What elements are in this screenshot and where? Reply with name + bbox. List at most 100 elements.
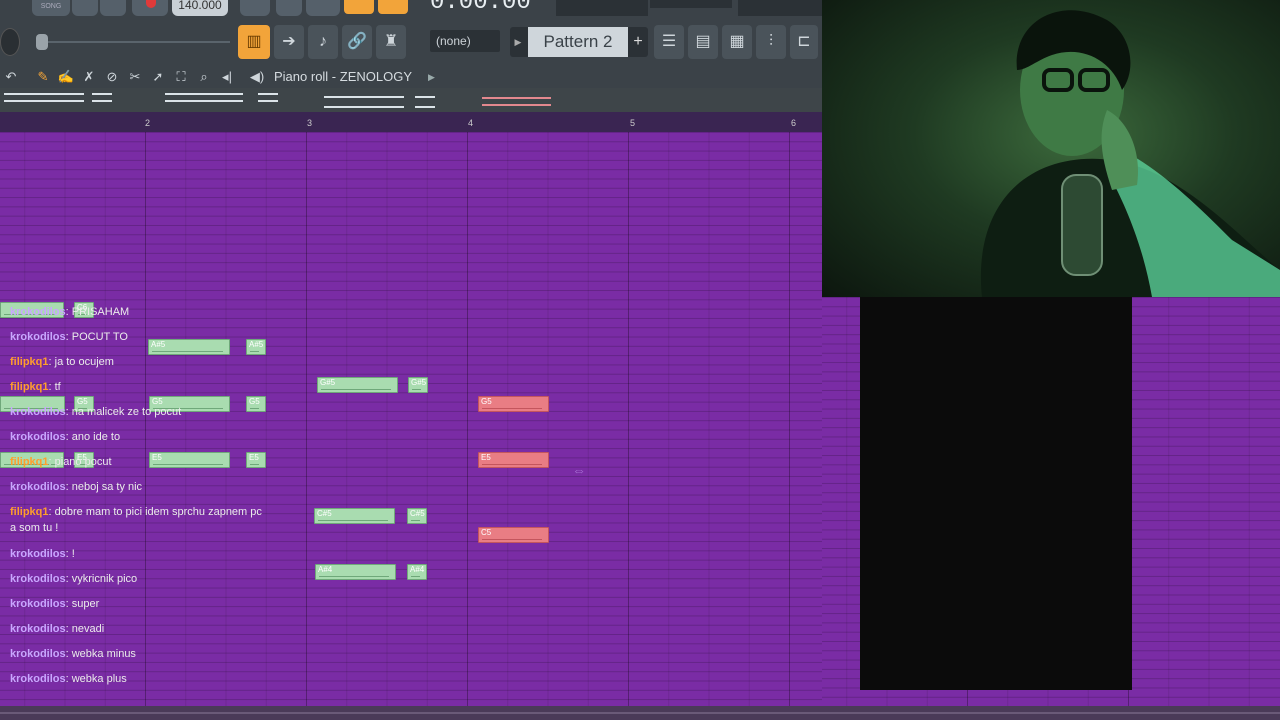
chat-message: krokodilos: super [10,596,268,612]
chat-panel [860,297,1132,690]
note-selected[interactable]: E5 [478,452,549,468]
chat-username[interactable]: krokodilos [10,431,66,443]
chat-username[interactable]: krokodilos [10,548,66,560]
slice-icon[interactable]: ✂ [126,67,144,87]
record-button[interactable] [132,0,168,16]
cpu-monitor [556,0,648,16]
chat-text: : na malicek ze to pocut [65,406,182,418]
note-selected[interactable]: G5 [478,396,549,412]
bar-number: 3 [307,118,313,128]
pattern-add-button[interactable]: + [628,27,648,57]
note[interactable]: C#5 [314,508,395,524]
timeline-ruler[interactable] [0,112,822,132]
output-monitor [738,0,822,16]
note[interactable]: G#5 [408,377,428,393]
strip-mark [165,100,243,102]
playlist-icon[interactable]: ☰ [654,25,684,59]
chat-text: : ano ide to [65,431,121,443]
memory-monitor [650,0,732,8]
strip-mark [4,93,84,95]
scrollbar-track [0,712,1280,714]
arrow-right-icon[interactable]: ➔ [274,25,304,59]
zoom-icon[interactable]: ⌕ [195,67,213,87]
chat-text: : piano pocut [48,456,112,468]
select-icon[interactable]: ➚ [149,67,167,87]
metronome-button[interactable] [240,0,270,16]
chat-text: : vykricnik pico [65,573,138,585]
song-mode-button[interactable]: SONG [32,0,70,16]
chat-text: : dobre mam to pici idem sprchu zapnem p… [10,506,262,534]
chat-message: krokodilos: ano ide to [10,429,268,445]
mixer-icon[interactable]: ⫶ [756,25,786,59]
chat-username[interactable]: filipkq1 [10,456,49,468]
chat-username[interactable]: filipkq1 [10,356,49,368]
paint-icon[interactable]: ✍ [57,67,75,87]
snap-select[interactable]: (none) [430,30,500,52]
chat-username[interactable]: krokodilos [10,481,66,493]
tempo-display[interactable]: 140.000 [172,0,228,16]
piano-roll-icon[interactable]: ▥ [238,25,270,59]
piano-roll-title[interactable]: Piano roll - ZENOLOGY [274,66,412,88]
pattern-name[interactable]: Pattern 2 [528,27,628,57]
mute-icon[interactable]: ⊘ [103,67,121,87]
brush-icon[interactable]: ♪ [308,25,338,59]
browser-icon[interactable]: ▦ [722,25,752,59]
channel-rack-icon[interactable]: ▤ [688,25,718,59]
bar-number: 5 [630,118,636,128]
step-edit-button[interactable] [344,0,374,14]
chat-message: krokodilos: webka minus [10,646,268,662]
chat-text: : ja to ocujem [48,356,114,368]
strip-mark [92,93,112,95]
chat-message: krokodilos: webka plus [10,671,268,687]
strip-mark [324,96,404,98]
chat-message: filipkq1: piano pocut [10,454,268,470]
blend-notes-button[interactable] [378,0,408,14]
chat-username[interactable]: krokodilos [10,623,66,635]
strip-mark [258,93,278,95]
chat-username[interactable]: filipkq1 [10,506,49,518]
wait-button[interactable] [276,0,302,16]
zoom-box-icon[interactable]: ⛶ [172,67,190,87]
chat-username[interactable]: krokodilos [10,306,66,318]
stamp-icon[interactable]: ♜ [376,25,406,59]
chat-username[interactable]: krokodilos [10,406,66,418]
pencil-icon[interactable]: ✎ [34,67,52,87]
play-button[interactable] [72,0,98,16]
link-icon[interactable]: 🔗 [342,25,372,59]
undo-icon[interactable]: ↶ [2,67,20,87]
strip-mark [482,97,551,99]
stop-button[interactable] [100,0,126,16]
chat-message: krokodilos: na malicek ze to pocut [10,404,268,420]
note[interactable]: A#4 [407,564,427,580]
chat-username[interactable]: krokodilos [10,673,66,685]
chat-username[interactable]: krokodilos [10,573,66,585]
slider-thumb[interactable] [36,34,48,50]
chat-text: : webka plus [65,673,127,685]
pattern-arrow-icon[interactable]: ▶ [510,27,526,57]
note[interactable]: G#5 [317,377,398,393]
master-pitch-knob[interactable] [0,28,20,56]
strip-mark [165,93,243,95]
master-volume-slider[interactable] [30,34,230,50]
chat-message: filipkq1: dobre mam to pici idem sprchu … [10,504,268,536]
chat-username[interactable]: filipkq1 [10,381,49,393]
note[interactable]: A#4 [315,564,396,580]
pattern-selector[interactable]: ▶ Pattern 2 + [510,27,648,57]
slider-track [40,41,230,43]
chat-username[interactable]: krokodilos [10,331,66,343]
chat-username[interactable]: krokodilos [10,598,66,610]
chat-username[interactable]: krokodilos [10,648,66,660]
chevron-right-icon[interactable]: ▶ [428,66,435,88]
delete-icon[interactable]: ✗ [80,67,98,87]
note-selected[interactable]: C5 [478,527,549,543]
note[interactable]: C#5 [407,508,427,524]
speaker-icon[interactable]: ◀) [248,67,266,87]
chat-message: krokodilos: neboj sa ty nic [10,479,268,495]
resize-cursor-icon: ⇔ [572,462,586,478]
strip-mark [482,104,551,106]
bar-number: 4 [468,118,474,128]
plugin-icon[interactable]: ⊏ [790,25,818,59]
playback-icon[interactable]: ◂| [218,67,236,87]
countdown-button[interactable] [306,0,340,16]
chat-text: : PRISAHAM [65,306,130,318]
